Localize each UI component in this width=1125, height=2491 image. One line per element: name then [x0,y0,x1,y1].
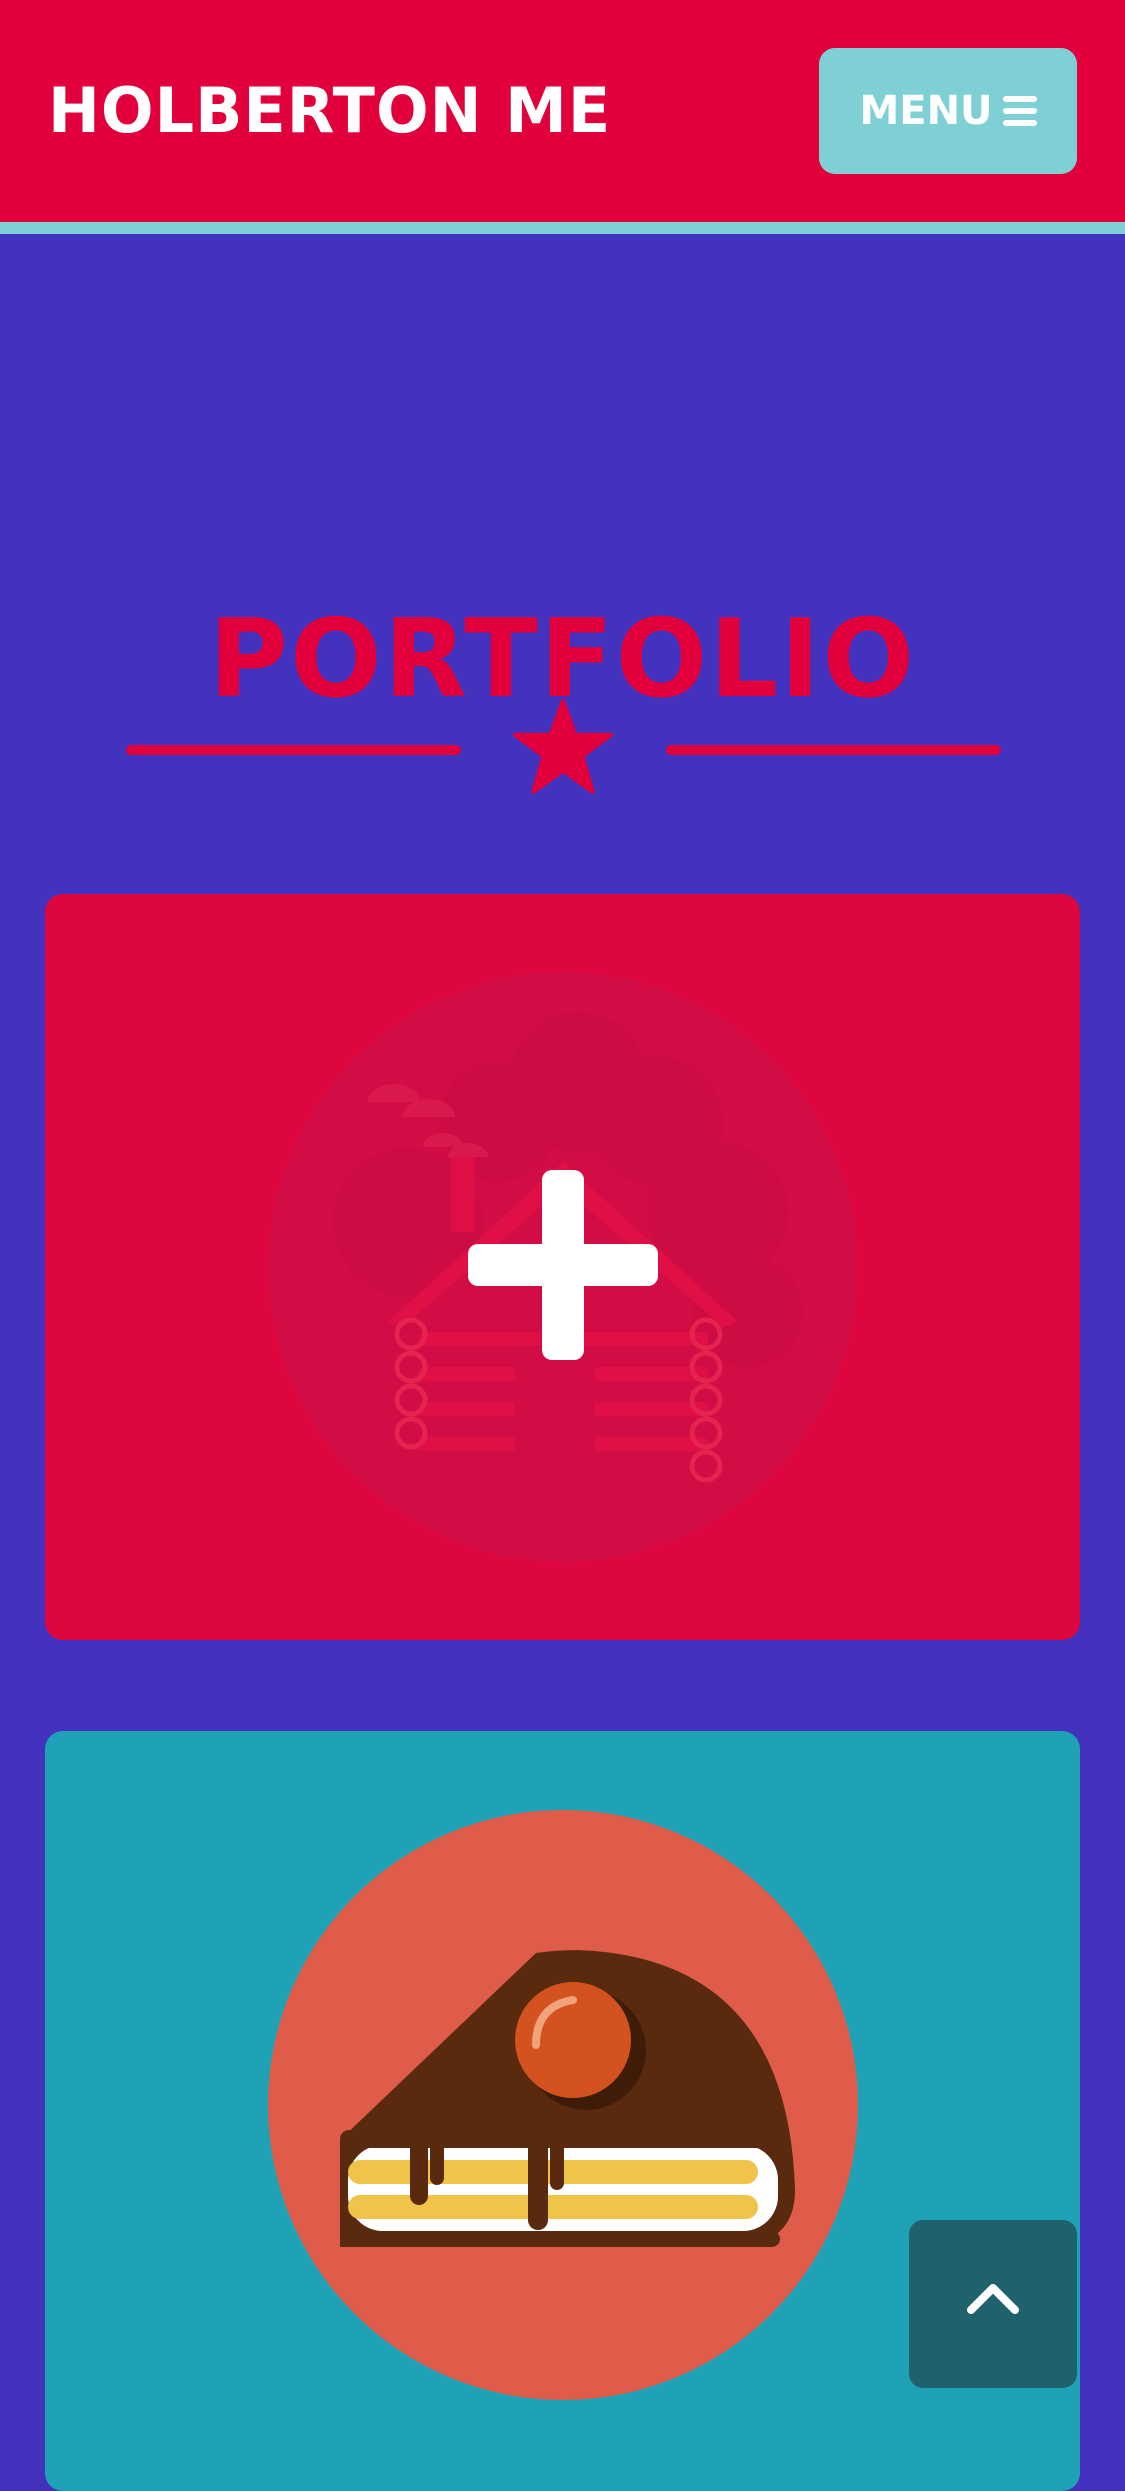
plus-icon [468,1170,658,1360]
chevron-up-icon [967,2284,1019,2314]
menu-button-label: MENU [859,88,993,134]
menu-button[interactable]: MENU [819,48,1077,174]
hamburger-icon [1002,90,1037,132]
portfolio-item-cabin[interactable] [45,894,1080,1640]
divider-line-left [126,745,461,755]
divider-line-right [666,745,1001,755]
star-icon [513,699,613,794]
navbar: HOLBERTON ME MENU [0,0,1125,234]
scroll-to-top-button[interactable] [909,2220,1077,2388]
cake-icon [268,1810,858,2400]
brand-logo[interactable]: HOLBERTON ME [48,70,611,152]
